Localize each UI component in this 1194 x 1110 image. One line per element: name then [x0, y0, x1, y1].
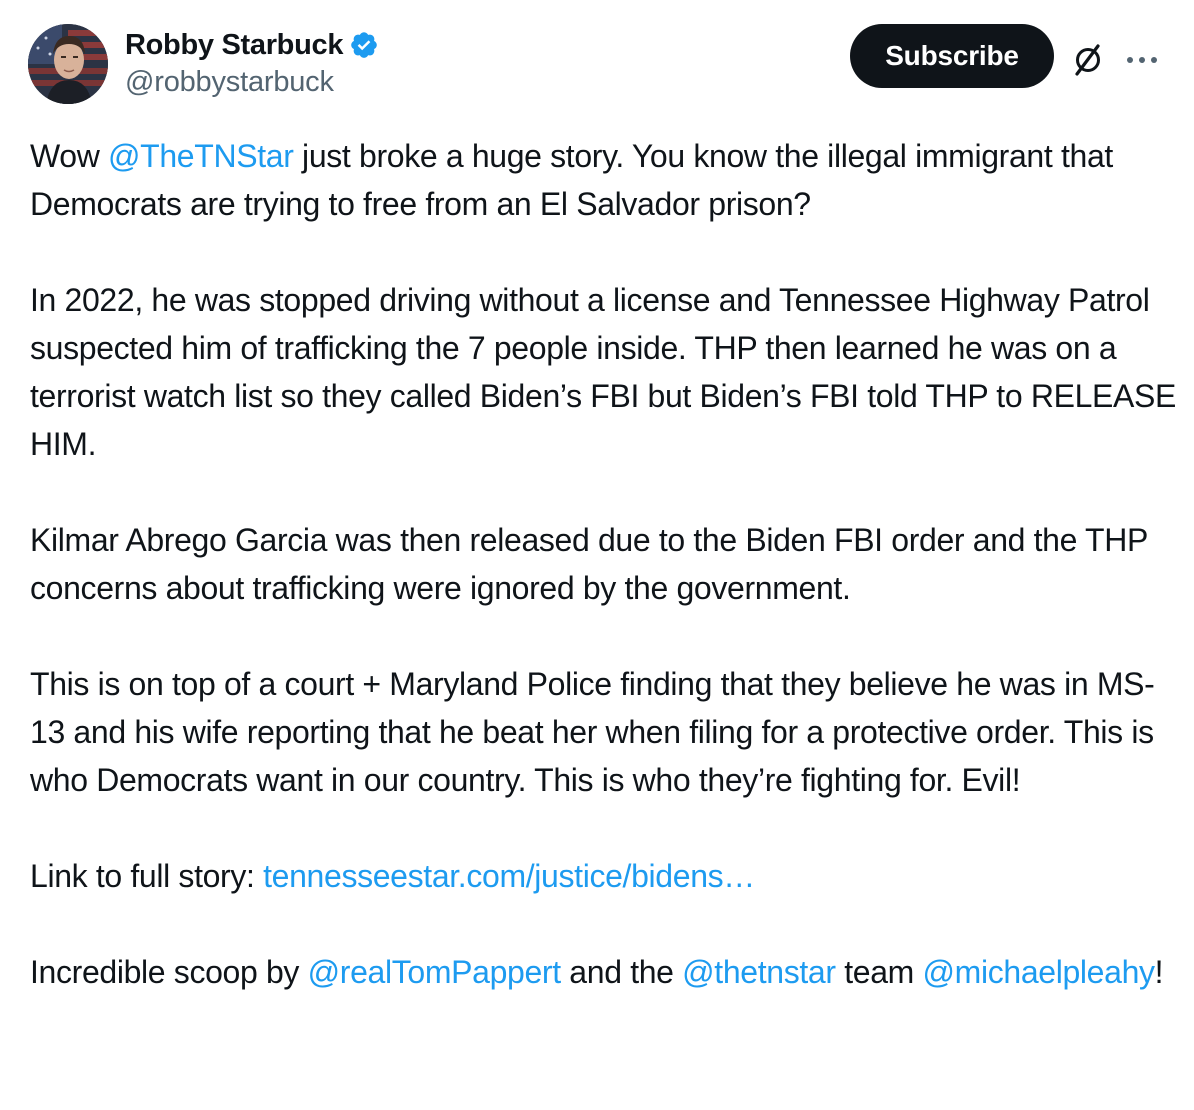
- subscribe-button[interactable]: Subscribe: [850, 24, 1054, 88]
- avatar-image: [28, 24, 108, 104]
- mention-link[interactable]: @realTomPappert: [308, 954, 561, 990]
- grok-slash-icon[interactable]: [1068, 40, 1108, 80]
- more-horizontal-icon[interactable]: [1122, 40, 1162, 80]
- verified-badge-icon[interactable]: [349, 30, 379, 60]
- tweet-paragraph-1: Wow @TheTNStar just broke a huge story. …: [30, 132, 1180, 228]
- text-segment: !: [1154, 954, 1164, 990]
- tweet-paragraph-4: This is on top of a court + Maryland Pol…: [30, 666, 1155, 798]
- tweet-header: Robby Starbuck @robbystarbuck Subscribe: [28, 22, 1168, 106]
- mention-link[interactable]: @TheTNStar: [108, 138, 294, 174]
- text-segment: Wow: [30, 138, 109, 174]
- mention-link[interactable]: @thetnstar: [682, 954, 836, 990]
- display-name[interactable]: Robby Starbuck: [125, 29, 343, 62]
- tweet-paragraph-6: Incredible scoop by @realTomPappert and …: [30, 948, 1180, 996]
- avatar[interactable]: [28, 24, 108, 104]
- tweet-text: Wow @TheTNStar just broke a huge story. …: [30, 132, 1180, 996]
- tweet-paragraph-2: In 2022, he was stopped driving without …: [30, 282, 1177, 462]
- text-segment: Incredible scoop by: [30, 954, 308, 990]
- story-link[interactable]: tennesseestar.com/justice/bidens…: [263, 858, 755, 894]
- mention-link[interactable]: @michaelpleahy: [923, 954, 1156, 990]
- tweet-paragraph-5: Link to full story: tennesseestar.com/ju…: [30, 852, 1180, 900]
- text-segment: Link to full story:: [30, 858, 264, 894]
- author-handle[interactable]: @robbystarbuck: [125, 66, 379, 99]
- text-segment: and the: [560, 954, 683, 990]
- tweet-paragraph-3: Kilmar Abrego Garcia was then released d…: [30, 522, 1148, 606]
- author-names: Robby Starbuck @robbystarbuck: [125, 26, 379, 99]
- text-segment: team: [835, 954, 923, 990]
- display-name-row: Robby Starbuck: [125, 26, 379, 64]
